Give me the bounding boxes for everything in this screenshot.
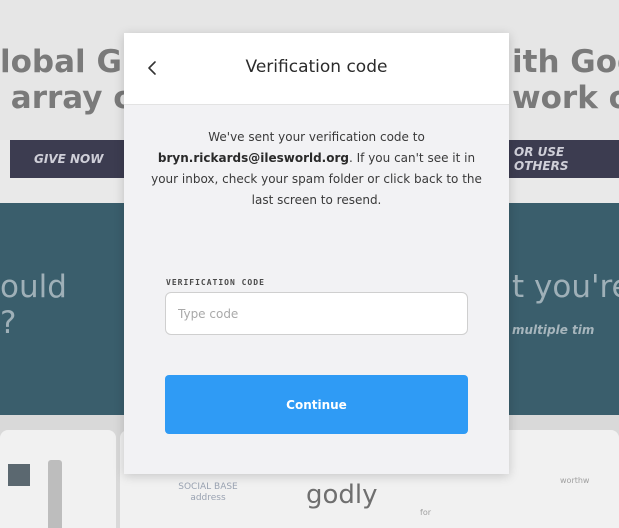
background-card-scrollbar: [48, 460, 62, 528]
verification-code-input[interactable]: [165, 292, 468, 335]
modal-header: Verification code: [124, 33, 509, 105]
verification-code-label: VERIFICATION CODE: [166, 278, 265, 287]
verification-modal: Verification code We've sent your verifi…: [124, 33, 509, 474]
background-tiny-text-right: worthw: [560, 476, 590, 485]
message-intro: We've sent your verification code to: [208, 130, 425, 144]
give-now-button: GIVE NOW: [10, 140, 124, 178]
background-tiny-text: for: [420, 508, 431, 517]
background-card-square: [8, 464, 30, 486]
modal-message: We've sent your verification code to bryn…: [146, 127, 487, 211]
modal-title: Verification code: [245, 57, 388, 77]
background-heading-left: lobal Gi array o: [0, 44, 135, 116]
background-card-left: [0, 430, 116, 528]
background-small-label: SOCIAL BASE address: [178, 482, 238, 503]
background-right-button: OR USE OTHERS: [508, 140, 619, 178]
background-heading-right: ith God work of: [512, 44, 619, 116]
background-band-subtext: multiple tim: [512, 323, 595, 337]
continue-button[interactable]: Continue: [165, 375, 468, 434]
recipient-email: bryn.rickards@ilesworld.org: [157, 151, 349, 165]
background-band-text-right: t you're: [512, 269, 619, 305]
background-word: godly: [306, 480, 378, 510]
background-band-text-left: ould ?: [0, 269, 67, 341]
